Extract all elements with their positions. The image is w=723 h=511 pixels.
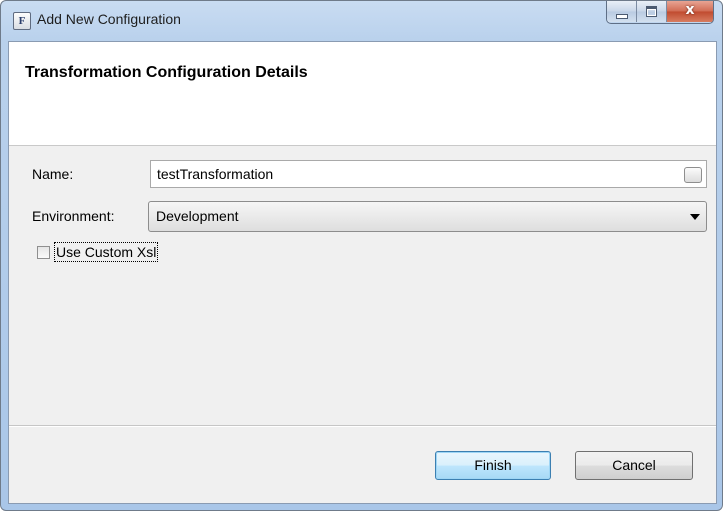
chevron-down-icon [690, 214, 700, 220]
footer-separator [9, 425, 716, 427]
environment-selected-value: Development [156, 208, 239, 224]
close-button[interactable]: x [667, 1, 713, 22]
browse-button[interactable] [684, 167, 702, 183]
use-custom-xsl-checkbox[interactable] [37, 246, 50, 259]
environment-label: Environment: [32, 208, 115, 224]
app-icon: F [13, 12, 31, 30]
environment-select[interactable]: Development [148, 201, 707, 232]
dialog-header: Transformation Configuration Details [9, 42, 716, 146]
use-custom-xsl-label[interactable]: Use Custom Xsl [54, 242, 159, 262]
name-label: Name: [32, 166, 74, 182]
page-title: Transformation Configuration Details [25, 64, 308, 81]
dialog-window: F Add New Configuration x Transformation… [0, 0, 723, 511]
minimize-icon [616, 14, 628, 19]
finish-button[interactable]: Finish [435, 451, 551, 480]
caption-buttons: x [606, 1, 714, 24]
title-bar[interactable]: F Add New Configuration x [1, 1, 722, 41]
close-icon: x [685, 2, 695, 18]
dialog-body: Transformation Configuration Details Nam… [8, 41, 717, 504]
cancel-button[interactable]: Cancel [575, 451, 693, 480]
maximize-button[interactable] [637, 1, 667, 22]
name-field[interactable]: testTransformation [150, 160, 707, 188]
minimize-button[interactable] [607, 1, 637, 22]
name-field-value: testTransformation [157, 166, 274, 182]
maximize-icon [646, 6, 657, 17]
window-title: Add New Configuration [37, 11, 181, 27]
